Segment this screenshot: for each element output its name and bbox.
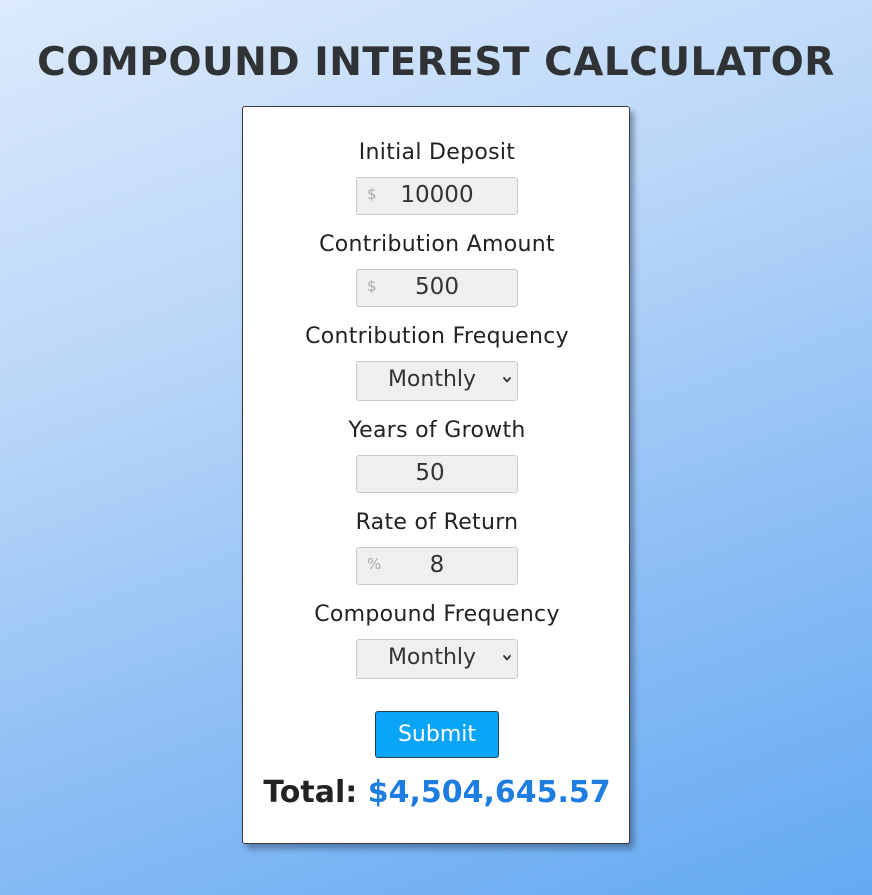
chevron-down-icon (503, 377, 511, 383)
total-label: Total: (263, 775, 358, 810)
years-of-growth-label: Years of Growth (348, 418, 526, 443)
compound-frequency-label: Compound Frequency (314, 602, 560, 627)
contribution-amount-label: Contribution Amount (319, 232, 555, 257)
contribution-frequency-label: Contribution Frequency (305, 324, 569, 349)
initial-deposit-label: Initial Deposit (358, 140, 516, 165)
contribution-frequency-value: Monthly (387, 367, 477, 392)
contribution-amount-input[interactable]: $ 500 (356, 269, 518, 307)
contribution-amount-value: 500 (415, 274, 459, 300)
years-of-growth-value: 50 (415, 460, 445, 486)
years-of-growth-input[interactable]: 50 (356, 455, 518, 493)
compound-frequency-select[interactable]: Monthly (356, 639, 518, 679)
submit-button[interactable]: Submit (375, 711, 499, 758)
rate-of-return-input[interactable]: % 8 (356, 547, 518, 585)
total-value: $4,504,645.57 (367, 775, 611, 810)
rate-of-return-label: Rate of Return (355, 510, 519, 535)
initial-deposit-value: 10000 (400, 182, 474, 208)
calculator-card: Initial Deposit $ 10000 Contribution Amo… (242, 106, 630, 844)
chevron-down-icon (503, 655, 511, 661)
rate-of-return-value: 8 (429, 552, 445, 578)
contribution-frequency-select[interactable]: Monthly (356, 361, 518, 401)
total-result: Total: $4,504,645.57 (243, 775, 631, 810)
page-title: COMPOUND INTEREST CALCULATOR (37, 40, 835, 85)
initial-deposit-input[interactable]: $ 10000 (356, 177, 518, 215)
compound-frequency-value: Monthly (387, 645, 477, 670)
